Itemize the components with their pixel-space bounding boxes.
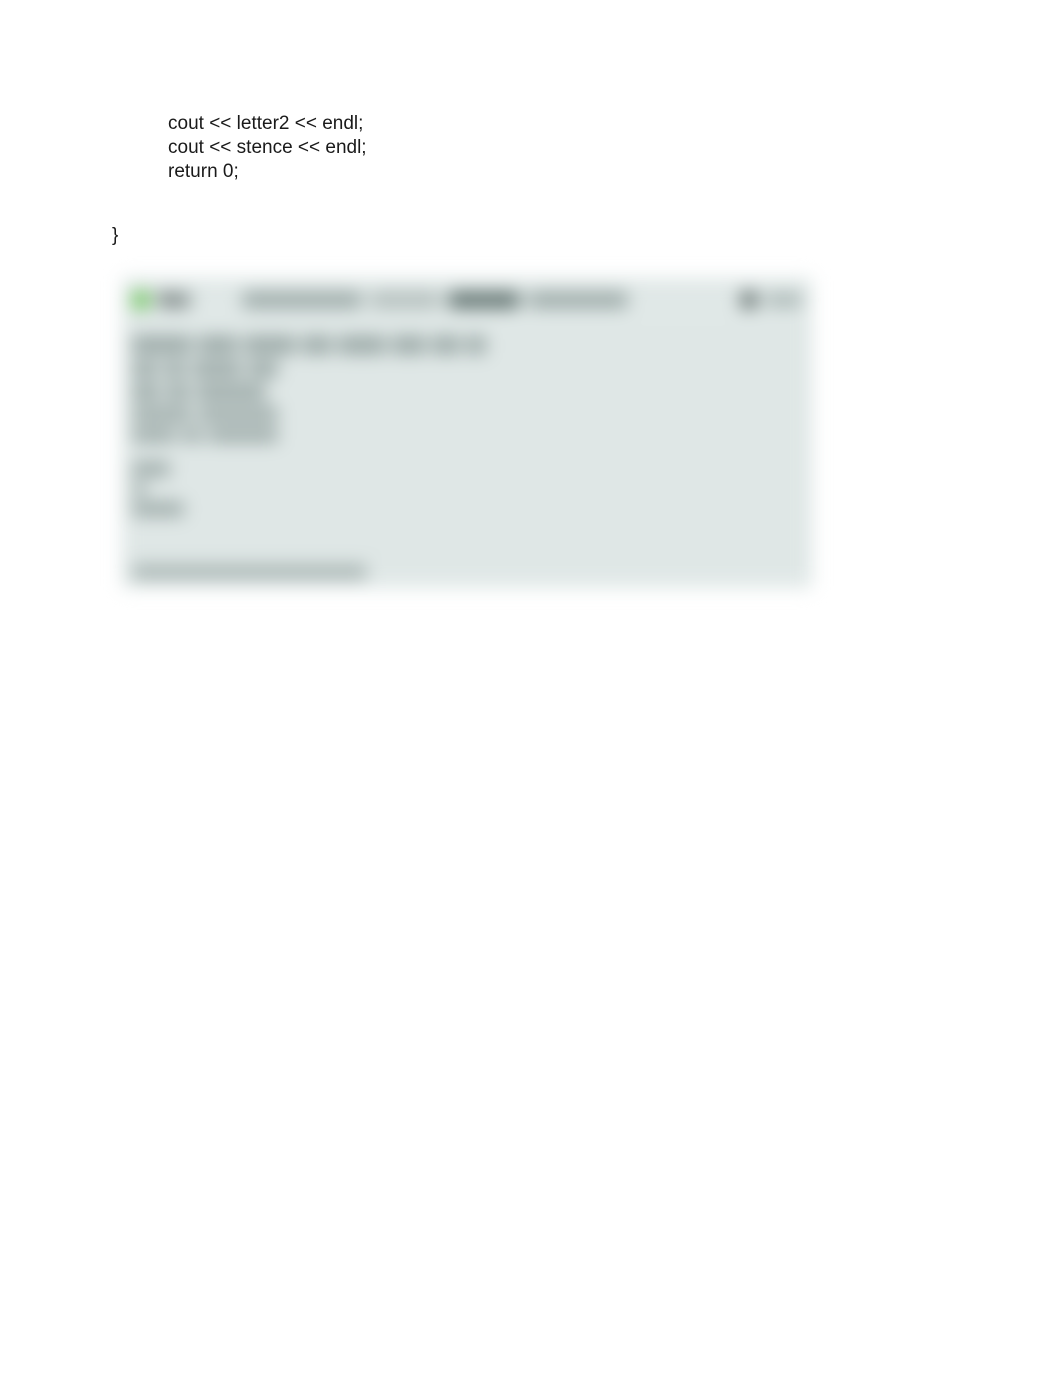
- toolbar-field-3[interactable]: [528, 292, 628, 308]
- code-line-4: return 0;: [168, 160, 367, 184]
- toolbar-field-2-active[interactable]: [448, 292, 520, 308]
- code-snippet: cout << letter2 << endl; cout << stence …: [168, 112, 367, 183]
- console-output: [122, 326, 812, 588]
- toolbar-right-label: [766, 293, 802, 307]
- console-toolbar: Run: [122, 285, 812, 315]
- closing-brace: }: [112, 225, 118, 247]
- run-label[interactable]: Run: [158, 292, 192, 308]
- gear-icon[interactable]: [740, 291, 758, 309]
- toolbar-field-1[interactable]: [242, 292, 362, 308]
- console-screenshot-blurred: Run: [122, 278, 812, 588]
- console-footer: [122, 554, 812, 588]
- code-line-2: cout << stence << endl;: [168, 136, 367, 160]
- toolbar-label-1: [370, 292, 440, 308]
- run-icon[interactable]: [132, 291, 150, 309]
- console-panel: Run: [122, 278, 812, 588]
- code-line-1: cout << letter2 << endl;: [168, 112, 367, 136]
- footer-status-text: [132, 565, 367, 579]
